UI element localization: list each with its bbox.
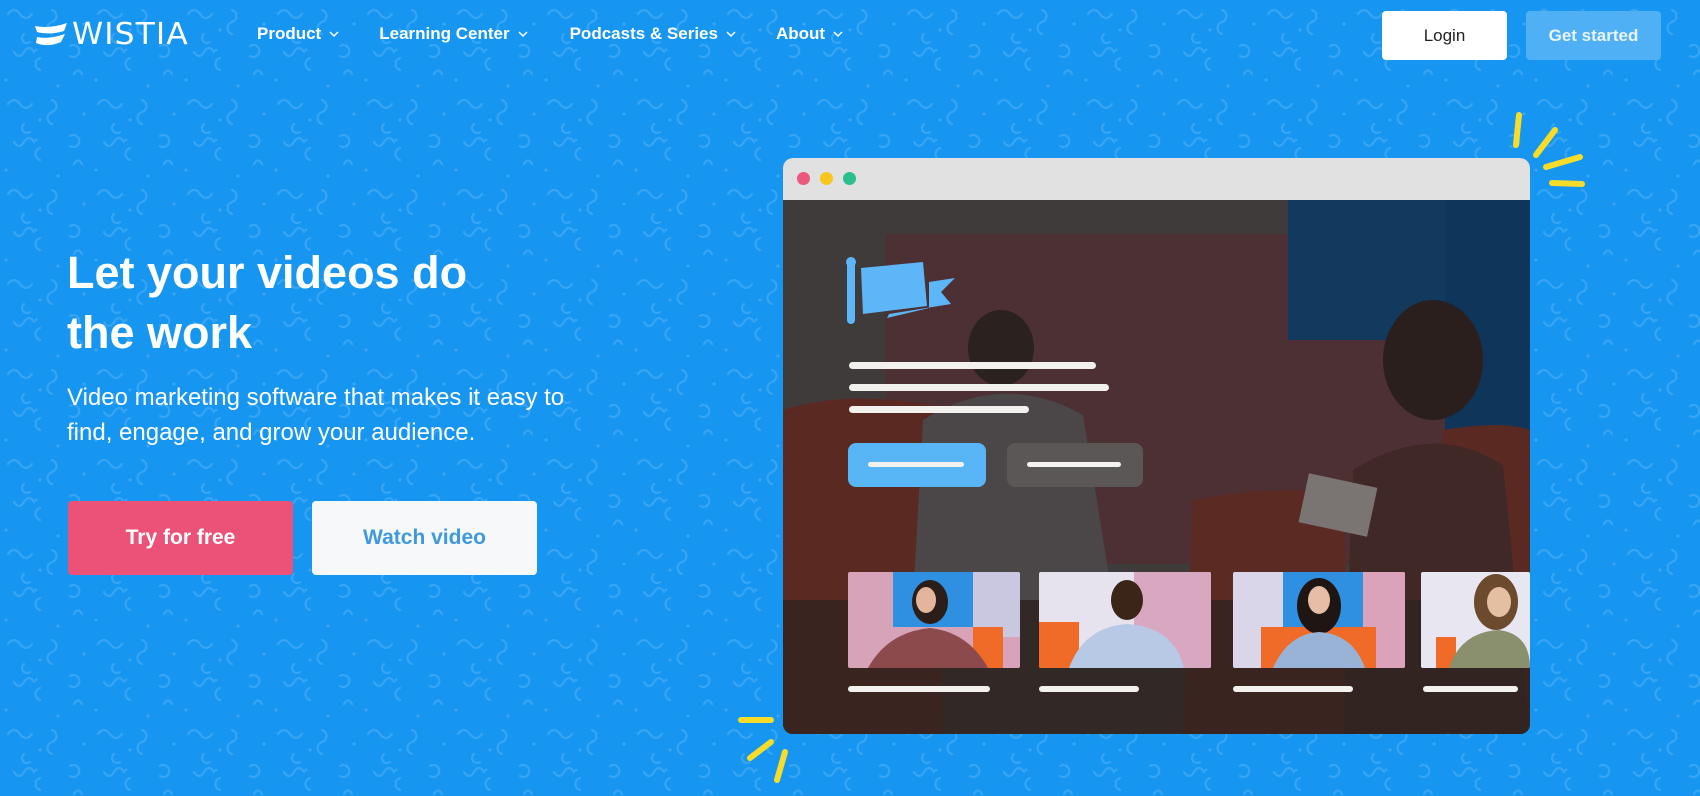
hero-subtitle-line-1: Video marketing software that makes it e…	[67, 384, 565, 411]
nav-item-learning-center[interactable]: Learning Center	[379, 24, 528, 44]
window-minimize-dot-icon	[820, 172, 833, 185]
hero-subtitle: Video marketing software that makes it e…	[67, 380, 647, 450]
thumbnail-caption-line	[1423, 686, 1518, 692]
chevron-down-icon	[833, 30, 843, 37]
mock-text-line	[849, 362, 1096, 369]
thumbnail-woman-plaid-shirt[interactable]	[848, 572, 1020, 668]
try-for-free-button[interactable]: Try for free	[68, 501, 293, 575]
wistia-logo[interactable]: WISTIA	[34, 20, 188, 50]
main-menu: Product Learning Center Podcasts & Serie…	[257, 24, 883, 44]
window-close-dot-icon	[797, 172, 810, 185]
mock-primary-button	[848, 443, 986, 487]
thumbnail-caption-line	[848, 686, 990, 692]
nav-item-about[interactable]: About	[776, 24, 843, 44]
hero-title: Let your videos do the work	[67, 243, 627, 363]
thumbnail-caption-line	[1039, 686, 1139, 692]
hero-subtitle-line-2: find, engage, and grow your audience.	[67, 419, 476, 446]
brand-name: WISTIA	[72, 17, 189, 52]
wistia-wave-logo-icon	[35, 23, 67, 46]
hero-title-line-2: the work	[67, 307, 253, 358]
top-navigation: WISTIA Product Learning Center Podcasts …	[0, 0, 1700, 72]
mock-text-line	[849, 384, 1109, 391]
nav-item-label: Learning Center	[379, 24, 510, 43]
window-title-bar	[783, 158, 1530, 200]
watch-video-button[interactable]: Watch video	[312, 501, 537, 575]
flag-icon	[846, 257, 955, 324]
thumbnail-man-blue-shirt[interactable]	[1039, 572, 1211, 668]
thumbnail-caption-line	[1233, 686, 1353, 692]
mock-text-line	[849, 406, 1029, 413]
mock-button-label-line	[868, 462, 964, 467]
thumbnail-man-glasses[interactable]	[1421, 572, 1530, 668]
video-browser-mockup[interactable]	[783, 158, 1530, 734]
mock-button-label-line	[1027, 462, 1121, 467]
nav-item-label: About	[775, 24, 826, 43]
nav-item-podcasts-series[interactable]: Podcasts & Series	[570, 24, 736, 44]
window-maximize-dot-icon	[843, 172, 856, 185]
thumbnail-woman-denim-shirt[interactable]	[1233, 572, 1405, 668]
chevron-down-icon	[518, 30, 528, 37]
hero-title-line-1: Let your videos do	[67, 247, 468, 298]
chevron-down-icon	[329, 30, 339, 37]
chevron-down-icon	[726, 30, 736, 37]
nav-item-product[interactable]: Product	[257, 24, 339, 44]
nav-item-label: Podcasts & Series	[569, 24, 718, 43]
get-started-button[interactable]: Get started	[1526, 11, 1661, 60]
login-button[interactable]: Login	[1382, 11, 1507, 60]
nav-item-label: Product	[257, 24, 322, 43]
mock-secondary-button	[1007, 443, 1143, 487]
